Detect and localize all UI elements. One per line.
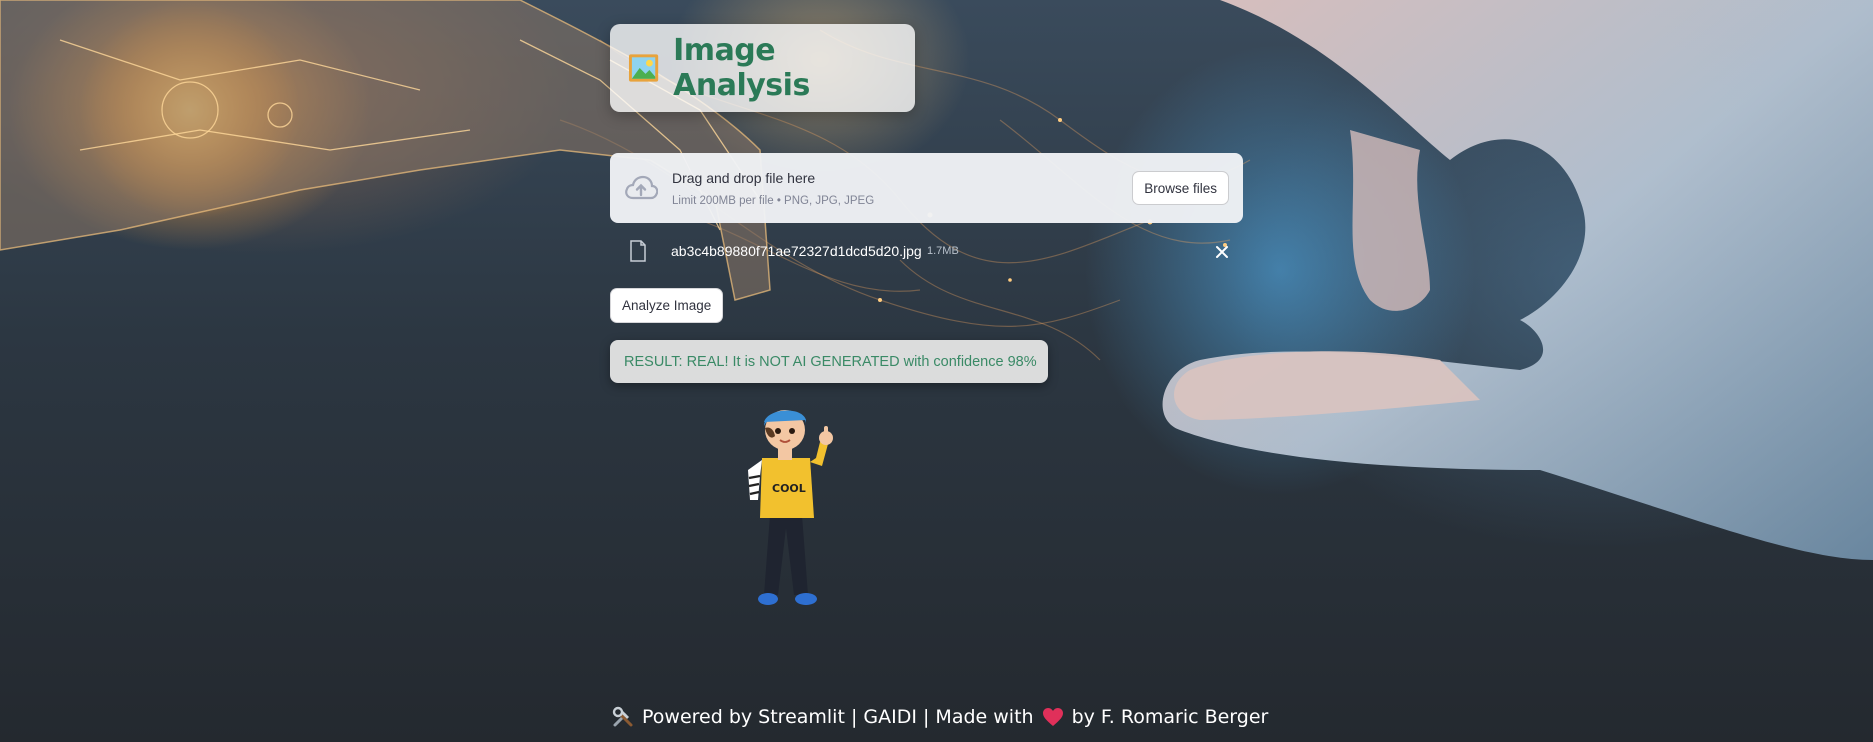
cloud-upload-icon <box>625 175 658 200</box>
file-uploader-dropzone[interactable]: Drag and drop file here Limit 200MB per … <box>610 153 1243 223</box>
footer-text-part2: by F. Romaric Berger <box>1071 706 1269 728</box>
shirt-text: COOL <box>772 482 806 495</box>
close-icon[interactable] <box>1212 242 1232 262</box>
footer-credits: Powered by Streamlit | GAIDI | Made with… <box>612 704 1268 730</box>
title-card: Image Analysis <box>610 24 915 112</box>
file-icon <box>630 240 646 262</box>
uploaded-file-name: ab3c4b89880f71ae72327d1dcd5d20.jpg <box>671 243 922 259</box>
footer-text-part1: Powered by Streamlit | GAIDI | Made with <box>642 706 1034 728</box>
uploaded-file-item: ab3c4b89880f71ae72327d1dcd5d20.jpg 1.7MB <box>630 240 1230 264</box>
framed-picture-icon <box>628 54 659 82</box>
hammer-and-wrench-icon <box>612 706 633 727</box>
dropzone-instruction: Drag and drop file here <box>672 170 816 186</box>
red-heart-icon <box>1042 708 1063 726</box>
browse-files-button[interactable]: Browse files <box>1132 171 1229 205</box>
analysis-result-message: RESULT: REAL! It is NOT AI GENERATED wit… <box>610 340 1048 383</box>
uploaded-file-size: 1.7MB <box>927 245 959 257</box>
cool-kid-thumbs-up-illustration: COOL <box>740 400 850 610</box>
dropzone-limit-text: Limit 200MB per file • PNG, JPG, JPEG <box>672 195 875 207</box>
analyze-image-button[interactable]: Analyze Image <box>610 288 724 323</box>
page-title: Image Analysis <box>673 33 810 103</box>
